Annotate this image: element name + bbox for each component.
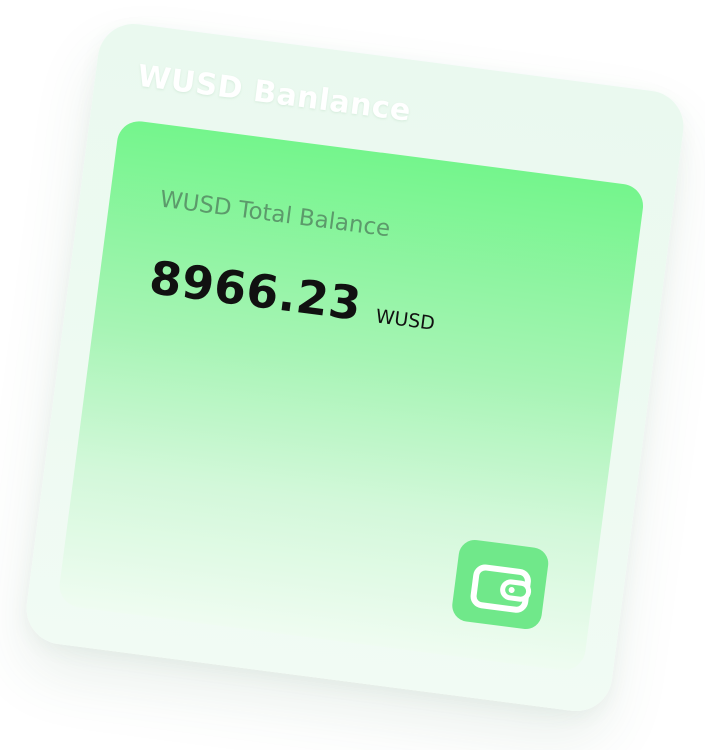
card-title: WUSD Banlance [135, 58, 414, 129]
wallet-button[interactable] [450, 538, 551, 631]
stage: WUSD Banlance WUSD Total Balance 8966.23… [0, 0, 705, 750]
balance-panel: WUSD Total Balance 8966.23 WUSD [56, 118, 646, 673]
wallet-icon [470, 564, 532, 613]
total-balance-label: WUSD Total Balance [158, 186, 392, 243]
balance-value: 8966.23 [146, 250, 365, 332]
balance-amount: 8966.23 WUSD [146, 250, 439, 341]
balance-unit: WUSD [374, 305, 437, 335]
balance-card: WUSD Banlance WUSD Total Balance 8966.23… [22, 19, 688, 716]
